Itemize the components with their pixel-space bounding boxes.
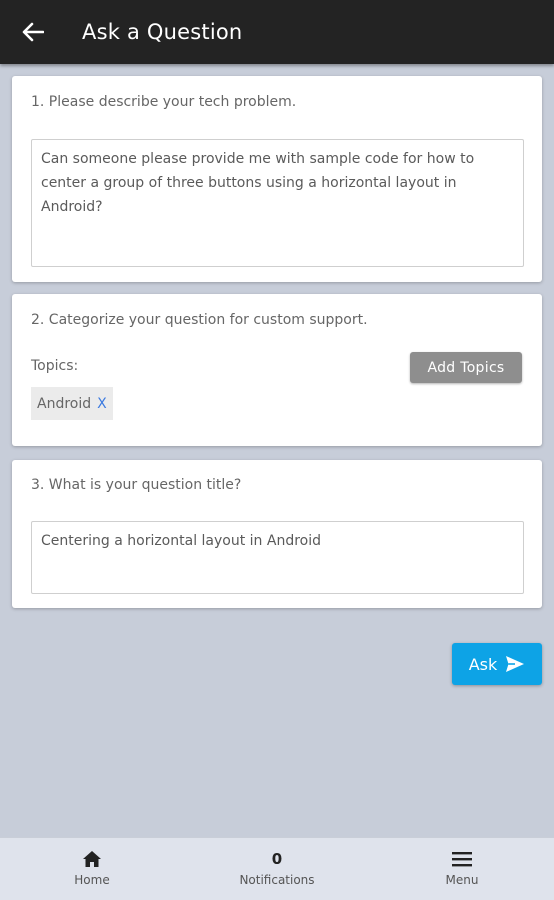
question-title-label: 3. What is your question title? bbox=[31, 477, 242, 493]
remove-topic-button[interactable]: X bbox=[97, 396, 107, 412]
categorize-label: 2. Categorize your question for custom s… bbox=[31, 312, 368, 328]
categorize-card: 2. Categorize your question for custom s… bbox=[12, 294, 542, 446]
arrow-back-icon bbox=[22, 22, 44, 42]
nav-home[interactable]: Home bbox=[62, 848, 122, 887]
nav-notifications[interactable]: 0 Notifications bbox=[226, 848, 328, 887]
notification-count: 0 bbox=[271, 850, 283, 868]
ask-button[interactable]: Ask bbox=[452, 643, 542, 685]
topics-label: Topics: bbox=[31, 358, 79, 374]
problem-description-card: 1. Please describe your tech problem. Ca… bbox=[12, 76, 542, 282]
app-bar: Ask a Question bbox=[0, 0, 554, 64]
question-title-field[interactable]: Centering a horizontal layout in Android bbox=[31, 521, 524, 594]
problem-description-label: 1. Please describe your tech problem. bbox=[31, 94, 297, 110]
bottom-navigation: Home 0 Notifications Menu bbox=[0, 837, 554, 900]
page-title: Ask a Question bbox=[82, 20, 243, 44]
problem-description-field[interactable]: Can someone please provide me with sampl… bbox=[31, 139, 524, 267]
menu-icon bbox=[452, 852, 472, 867]
topic-chip-android: Android X bbox=[31, 387, 113, 420]
ask-button-label: Ask bbox=[468, 654, 498, 674]
add-topics-button[interactable]: Add Topics bbox=[410, 352, 522, 383]
nav-menu-label: Menu bbox=[445, 873, 479, 887]
back-button[interactable] bbox=[16, 15, 50, 49]
question-title-card: 3. What is your question title? Centerin… bbox=[12, 460, 542, 608]
home-icon bbox=[83, 851, 101, 867]
send-icon bbox=[506, 656, 525, 672]
nav-menu[interactable]: Menu bbox=[432, 848, 492, 887]
nav-home-label: Home bbox=[74, 873, 110, 887]
nav-notifications-label: Notifications bbox=[239, 873, 315, 887]
topic-chip-label: Android bbox=[37, 395, 92, 412]
